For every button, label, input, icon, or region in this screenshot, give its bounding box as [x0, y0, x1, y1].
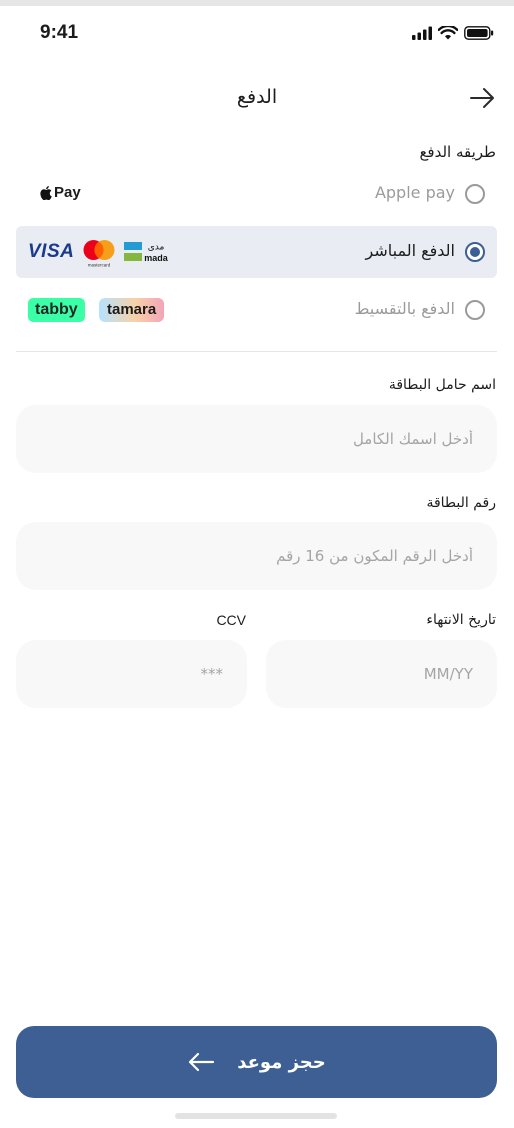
payment-option-label: الدفع بالتقسيط	[354, 299, 455, 318]
divider	[16, 351, 497, 352]
expiry-field-wrap	[266, 640, 497, 708]
battery-icon	[464, 26, 494, 40]
page-title: الدفع	[236, 86, 278, 108]
expiry-input[interactable]	[266, 640, 497, 708]
ccv-input[interactable]	[16, 640, 247, 708]
card-number-input[interactable]	[16, 522, 497, 590]
mada-en-text: mada	[144, 253, 169, 263]
card-number-label: رقم البطاقة	[426, 495, 496, 511]
signal-icon	[412, 26, 432, 40]
payment-option-direct[interactable]: VISA mastercard مدى mada الدفع المباشر	[16, 226, 497, 278]
arrow-left-icon	[189, 1052, 215, 1072]
wifi-icon	[438, 26, 458, 40]
tabby-logo: tabby	[28, 298, 85, 322]
header: الدفع	[0, 80, 514, 116]
expiry-label: تاريخ الانتهاء	[426, 612, 496, 628]
payment-option-apple-pay[interactable]: Pay Apple pay	[16, 168, 497, 220]
back-arrow-icon[interactable]	[468, 84, 496, 112]
ccv-label: CCV	[216, 612, 246, 628]
card-holder-label: اسم حامل البطاقة	[388, 377, 496, 393]
radio-apple-pay[interactable]	[465, 184, 485, 204]
apple-icon	[40, 185, 52, 200]
payment-option-label: Apple pay	[374, 183, 455, 202]
mastercard-text: mastercard	[88, 263, 111, 268]
home-indicator	[175, 1113, 337, 1119]
mastercard-logo: mastercard	[83, 240, 115, 268]
apple-pay-logo: Pay	[40, 184, 81, 201]
radio-direct-payment[interactable]	[465, 242, 485, 262]
mada-logo: مدى mada	[124, 242, 169, 263]
ccv-field-wrap	[16, 640, 247, 708]
top-edge	[0, 0, 514, 6]
payment-option-installments[interactable]: tabby tamara الدفع بالتقسيط	[16, 284, 497, 336]
radio-installments[interactable]	[465, 300, 485, 320]
book-appointment-label: حجز موعد	[237, 1051, 326, 1073]
card-holder-input[interactable]	[16, 405, 497, 473]
apple-pay-text: Pay	[54, 184, 81, 201]
mada-ar-text: مدى	[148, 243, 165, 253]
tamara-logo: tamara	[99, 298, 165, 322]
status-time: 9:41	[40, 22, 79, 43]
status-icons	[412, 26, 494, 40]
payment-option-label: الدفع المباشر	[365, 241, 455, 260]
book-appointment-button[interactable]: حجز موعد	[16, 1026, 497, 1098]
status-bar: 9:41	[0, 14, 514, 54]
payment-method-label: طريقه الدفع	[419, 143, 496, 161]
card-number-field-wrap	[16, 522, 497, 590]
visa-logo: VISA	[28, 241, 75, 262]
card-holder-field-wrap	[16, 405, 497, 473]
